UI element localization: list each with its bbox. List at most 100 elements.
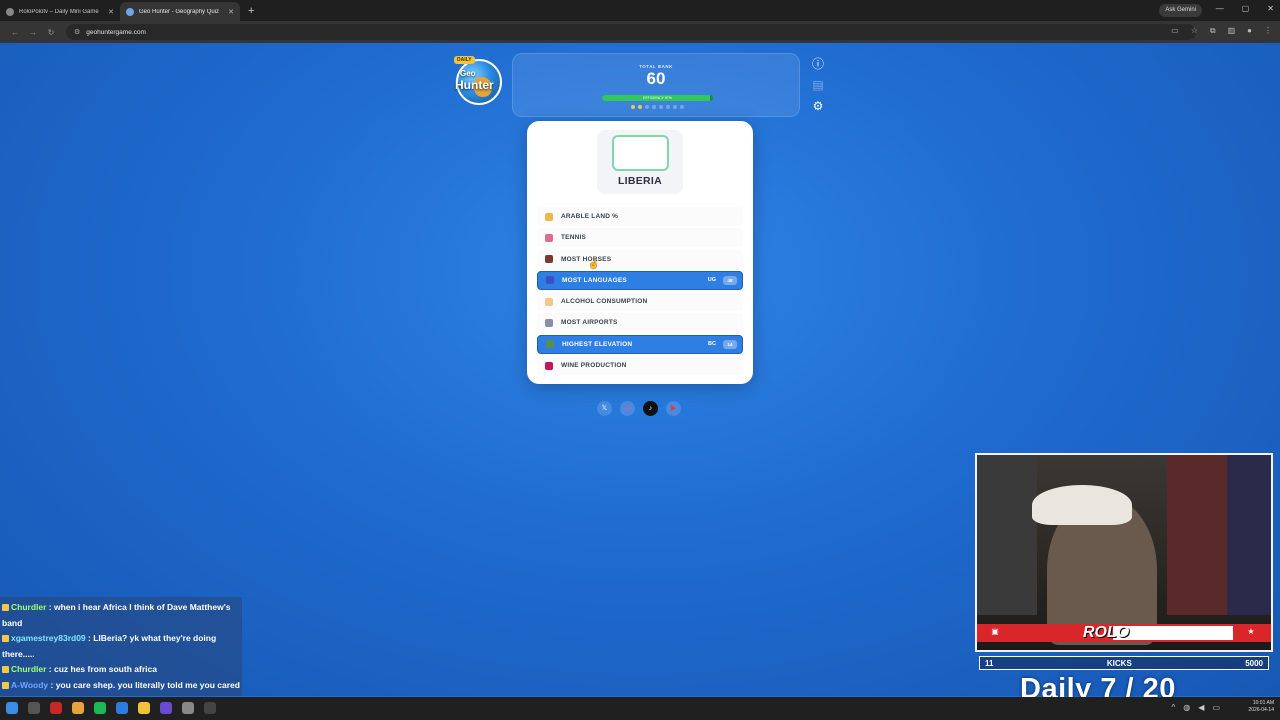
close-window-icon[interactable]: ✕ [1267,4,1274,13]
stats-icon[interactable]: ▤ [811,78,825,92]
chat-username[interactable]: A-Woody [11,680,48,690]
progress-dot [680,105,684,109]
social-links: 𝕏 ◎ ♪ ▶ [597,401,681,416]
progress-dot [673,105,677,109]
instagram-icon[interactable]: ◎ [620,401,635,416]
spotify-icon[interactable] [94,702,106,714]
app-icon[interactable] [50,702,62,714]
minimize-icon[interactable]: — [1216,4,1224,13]
efficiency-text: EFFICIENCY 97% [643,96,672,100]
maximize-icon[interactable]: ▢ [1242,4,1250,13]
bookmark-star-icon[interactable]: ☆ [1191,26,1198,36]
app-icon[interactable] [116,702,128,714]
category-highest-elevation[interactable]: HIGHEST ELEVATION BC 14 [537,334,743,354]
volume-icon[interactable]: ◀ [1198,703,1204,712]
chat-message: Churdler : when i hear Africa I think of… [2,600,240,631]
settings-gear-icon[interactable]: ⚙ [811,99,825,113]
side-icons: ⓘ ▤ ⚙ [811,57,825,113]
answer-country-code: UG [707,277,716,284]
kicks-counter: 11 KICKS 5000 [979,656,1269,670]
horse-icon [545,255,553,264]
back-icon[interactable]: ← [6,28,24,37]
clock[interactable]: 10:01 AM 2026-04-14 [1248,700,1274,714]
progress-dot [659,105,663,109]
toolbar-actions: ▭ ☆ ⧉ ▥ ● ⋮ [1171,26,1272,36]
system-tray: ^ ◍ ◀ ▭ [1172,703,1220,712]
youtube-icon[interactable]: ▶ [666,401,681,416]
folder-icon[interactable] [138,702,150,714]
total-bank-panel: TOTAL BANK 60 EFFICIENCY 97% [512,53,800,117]
category-wine-production[interactable]: WINE PRODUCTION [537,356,743,376]
chevron-up-icon[interactable]: ^ [1172,703,1176,712]
cast-icon[interactable]: ▭ [1171,26,1179,36]
total-bank-value: 60 [646,69,666,88]
app-icon[interactable] [160,702,172,714]
tab-geo-hunter[interactable]: Geo Hunter - Geography Quiz ✕ [120,2,240,21]
jersey-decor [1227,455,1271,615]
tab-rolopolotv[interactable]: RoloPolotv – Daily Mini Game ✕ [0,2,120,21]
wheat-icon [545,212,553,221]
jersey-decor [1167,455,1227,615]
flag-container: LIBERIA [597,130,683,194]
ask-gemini-button[interactable]: Ask Gemini [1159,4,1202,17]
tab-close-icon[interactable]: ✕ [108,8,114,16]
category-arable-land[interactable]: ARABLE LAND % [537,207,743,226]
app-icon[interactable] [182,702,194,714]
channel-badge-icon: ▣ [991,627,999,636]
chat-message: Churdler : cuz hes from south africa [2,662,240,678]
clock-date: 2026-04-14 [1248,707,1274,713]
progress-dot [645,105,649,109]
category-list: ARABLE LAND % TENNIS MOST HORSES MOST LANGU… [537,207,743,377]
webcam-feed: ▣ ROLO ★ [975,453,1273,652]
clock-time: 10:01 AM [1252,700,1274,706]
category-most-airports[interactable]: MOST AIRPORTS [537,313,743,333]
chat-badge-icon [2,681,9,689]
new-tab-button[interactable]: + [248,5,254,17]
wine-icon [545,361,553,370]
address-bar[interactable]: ⚙ geohuntergame.com [66,24,1196,40]
battery-icon[interactable]: ▭ [1212,703,1220,712]
windows-taskbar: ^ ◍ ◀ ▭ 10:01 AM 2026-04-14 [0,697,1280,720]
window-controls: — ▢ ✕ [1216,4,1274,13]
category-label: ARABLE LAND % [561,213,619,220]
browser-tab-bar: RoloPolotv – Daily Mini Game ✕ Geo Hunte… [0,0,1280,21]
tab-close-icon[interactable]: ✕ [228,8,234,16]
app-icon[interactable] [204,702,216,714]
tab-favicon-icon [126,7,134,16]
country-flag [612,135,669,171]
tab-title: RoloPolotv – Daily Mini Game [19,8,99,15]
x-icon[interactable]: 𝕏 [597,401,612,416]
progress-dot [666,105,670,109]
chat-username[interactable]: Churdler [11,602,46,612]
tab-favicon-icon [6,7,14,16]
search-icon[interactable] [28,702,40,714]
rank-score-badge: 48 [723,275,737,285]
reload-icon[interactable]: ↻ [42,28,60,37]
category-tennis[interactable]: TENNIS [537,228,743,248]
site-info-icon[interactable]: ⚙ [74,28,80,36]
logo-daily-badge: DAILY [454,56,475,64]
taskbar-apps [6,702,216,714]
answer-country-code: BC [708,341,716,348]
chat-username[interactable]: Churdler [11,664,46,674]
streamer-name: ROLO [1083,624,1130,641]
category-label: HIGHEST ELEVATION [562,340,633,348]
menu-icon[interactable]: ⋮ [1264,26,1272,36]
forward-icon[interactable]: → [24,28,42,37]
chat-username[interactable]: xgamestrey83rd09 [11,633,86,643]
tab-title: Geo Hunter - Geography Quiz [139,8,220,15]
wifi-icon[interactable]: ◍ [1183,703,1190,712]
extensions-icon[interactable]: ⧉ [1210,26,1216,36]
tiktok-icon[interactable]: ♪ [643,401,658,416]
category-most-horses[interactable]: MOST HORSES [537,249,743,269]
start-icon[interactable] [6,702,18,714]
info-icon[interactable]: ⓘ [811,57,825,71]
logo-geo-text: Geo [460,69,476,78]
category-most-languages[interactable]: MOST LANGUAGES UG 48 [537,270,743,290]
logo-hunter-text: Hunter [455,78,494,92]
geo-hunter-logo[interactable]: DAILY Geo Hunter [452,53,506,115]
profile-avatar[interactable]: ● [1247,26,1252,36]
chrome-icon[interactable] [72,702,84,714]
sidepanel-icon[interactable]: ▥ [1228,26,1236,36]
category-alcohol-consumption[interactable]: ALCOHOL CONSUMPTION [537,292,743,312]
